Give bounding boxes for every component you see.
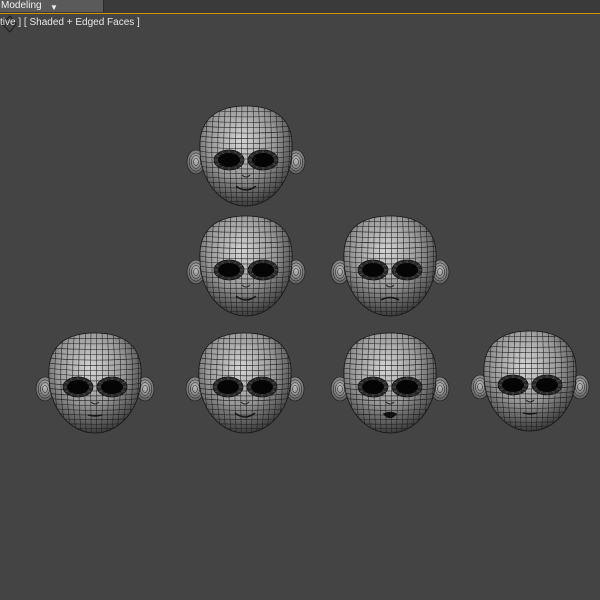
workspace-mode-label: Modeling (1, 0, 42, 11)
head-surface (198, 332, 292, 434)
head-7[interactable] (470, 329, 590, 433)
head-2[interactable] (186, 214, 306, 318)
head-5[interactable] (185, 331, 305, 435)
perspective-viewport[interactable] (0, 14, 600, 600)
head-6[interactable] (330, 331, 450, 435)
head-surface (343, 215, 437, 317)
viewport-shading-label[interactable]: [ Shaded + Edged Faces ] (24, 17, 140, 28)
workspace-mode-dropdown[interactable]: Modeling ▼ (0, 0, 104, 12)
chevron-down-icon: ▼ (50, 3, 58, 12)
top-toolbar: Modeling ▼ (0, 0, 600, 14)
viewport-view-label[interactable]: tive ] (0, 17, 21, 28)
viewport-label: tive ] [ Shaded + Edged Faces ] (0, 17, 140, 28)
head-3[interactable] (330, 214, 450, 318)
head-surface (483, 330, 577, 432)
viewport-scene[interactable] (0, 14, 600, 600)
head-4[interactable] (35, 331, 155, 435)
head-1[interactable] (186, 104, 306, 208)
head-surface (48, 332, 142, 434)
head-surface (199, 105, 293, 207)
head-surface (199, 215, 293, 317)
